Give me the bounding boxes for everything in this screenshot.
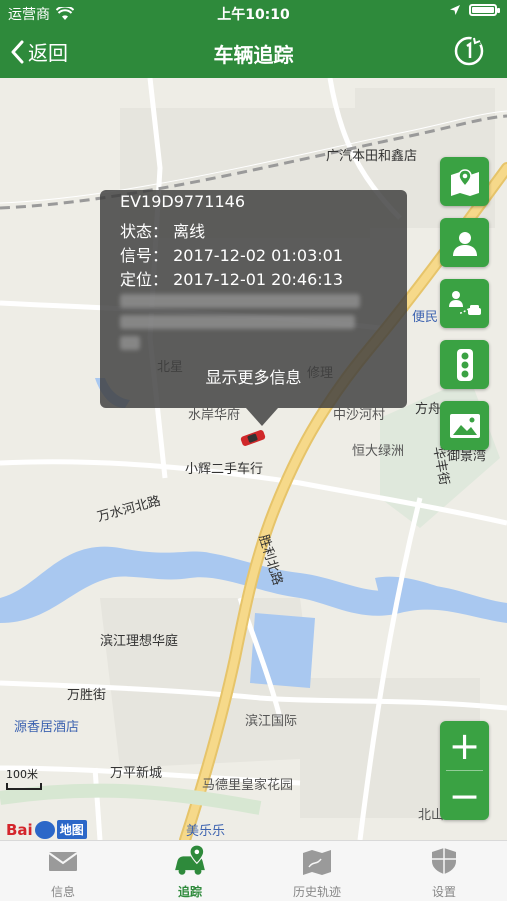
map-layer-button[interactable]	[440, 157, 489, 206]
poi-fangzhou: 方舟	[415, 402, 442, 417]
tab-info[interactable]: 信息	[0, 841, 126, 901]
show-more-info-button[interactable]: 显示更多信息	[100, 364, 407, 388]
page-title: 车辆追踪	[213, 43, 294, 67]
person-car-icon	[448, 290, 481, 315]
car-marker[interactable]	[238, 428, 268, 448]
poi-hengda: 恒大绿洲	[352, 444, 405, 459]
poi-wanping: 万平新城	[110, 766, 163, 781]
tab-history[interactable]: 历史轨迹	[254, 841, 380, 901]
chevron-left-icon	[11, 40, 24, 63]
battery-icon	[469, 4, 500, 16]
vehicle-plate: EV19D9771146	[120, 192, 245, 211]
poi-binjiang-gj: 滨江国际	[245, 714, 298, 729]
paw-icon	[34, 820, 55, 839]
map-view[interactable]: 广汽本田和鑫店 水岸华府 中沙河村 恒大绿洲 小辉二手车行 万水河北路 胜利北路…	[0, 78, 507, 840]
nav-bar: 返回 车辆追踪	[0, 26, 507, 78]
my-location-button[interactable]	[440, 218, 489, 267]
poi-guangqi: 广汽本田和鑫店	[326, 149, 418, 164]
person-icon	[452, 231, 477, 256]
tab-track[interactable]: 追踪	[127, 841, 253, 901]
redacted-address-line-1	[120, 294, 360, 308]
poi-meile: 美乐乐	[186, 824, 226, 839]
baidu-map-logo: Bai 地图	[6, 820, 87, 839]
vehicle-signal-time: 信号： 2017-12-02 01:03:01	[120, 246, 344, 265]
traffic-button[interactable]	[440, 340, 489, 389]
vehicle-info-popup: EV19D9771146 状态： 离线 信号： 2017-12-02 01:03…	[100, 190, 407, 426]
poi-madeli: 马德里皇家花园	[202, 778, 294, 793]
traffic-light-icon	[456, 348, 473, 381]
vehicle-locate-time: 定位： 2017-12-01 20:46:13	[120, 270, 344, 289]
person-to-car-button[interactable]	[440, 279, 489, 328]
back-label: 返回	[28, 41, 68, 65]
poi-xiaohui: 小辉二手车行	[185, 462, 264, 477]
zoom-controls: + −	[440, 721, 489, 820]
zoom-in-button[interactable]: +	[440, 721, 489, 770]
map-route-icon	[303, 850, 331, 875]
location-arrow-icon	[450, 5, 460, 15]
redacted-address-line-2	[120, 315, 355, 329]
tab-settings[interactable]: 设置	[381, 841, 507, 901]
mail-icon	[48, 852, 78, 871]
zoom-out-button[interactable]: −	[440, 771, 489, 820]
tab-info-label: 信息	[50, 885, 75, 899]
scale-label: 100米	[6, 768, 38, 781]
tab-bar: 信息 追踪 历史轨迹 设置	[0, 840, 507, 901]
redacted-address-line-3	[120, 336, 140, 350]
status-bar: 运营商 上午10:10	[0, 0, 507, 26]
poi-minbian: 便民	[412, 310, 439, 325]
map-scale: 100米	[6, 766, 42, 790]
poi-binjiang-lx: 滨江理想华庭	[100, 634, 179, 649]
status-time: 上午10:10	[217, 7, 290, 23]
car-pin-icon	[175, 845, 205, 875]
tab-history-label: 历史轨迹	[292, 885, 341, 899]
map-icon	[450, 168, 479, 196]
shield-icon	[432, 848, 456, 874]
tab-track-label: 追踪	[177, 885, 202, 899]
logo-text: Bai	[6, 820, 33, 839]
satellite-view-button[interactable]	[440, 401, 489, 450]
refresh-countdown-button[interactable]	[453, 35, 485, 67]
poi-yuanxiang: 源香居酒店	[14, 720, 80, 735]
logo-map-text: 地图	[56, 820, 87, 839]
vehicle-state: 状态： 离线	[120, 222, 206, 241]
road-wansheng: 万胜街	[67, 688, 107, 703]
back-button[interactable]: 返回	[10, 37, 68, 66]
picture-icon	[449, 413, 480, 438]
tab-settings-label: 设置	[431, 885, 456, 899]
